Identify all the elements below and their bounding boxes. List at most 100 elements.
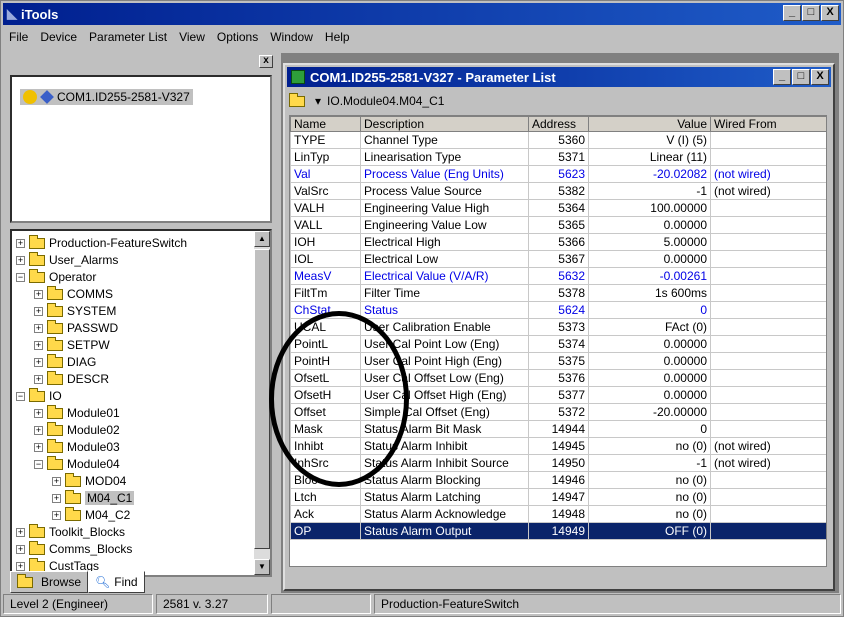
tree-item[interactable]: + Module01 <box>34 404 120 422</box>
expand-icon[interactable]: + <box>52 476 61 486</box>
expand-icon[interactable]: + <box>16 527 25 537</box>
tree-item[interactable]: + Module03 <box>34 438 120 456</box>
expand-icon[interactable]: + <box>52 510 61 520</box>
tab-find[interactable]: 🔍︎ Find <box>88 571 145 593</box>
tree-item[interactable]: + M04_C1 <box>52 489 135 507</box>
expand-icon[interactable]: + <box>52 493 61 503</box>
collapse-icon[interactable]: − <box>34 459 43 469</box>
cell-value[interactable]: 0.00000 <box>588 369 711 387</box>
cell-value[interactable]: 100.00000 <box>588 199 711 217</box>
scroll-down-button[interactable]: ▼ <box>254 559 270 575</box>
menu-help[interactable]: Help <box>319 30 356 44</box>
cell-value[interactable]: 1s 600ms <box>588 284 711 302</box>
expand-icon[interactable]: + <box>34 357 43 367</box>
tree-item[interactable]: + PASSWD <box>34 319 118 337</box>
expand-icon[interactable]: + <box>16 544 25 554</box>
col-wired-from[interactable]: Wired From <box>710 116 826 132</box>
cell-value[interactable]: -1 <box>588 454 711 472</box>
table-row[interactable]: PointH User Cal Point High (Eng) 5375 0.000… <box>290 352 826 370</box>
expand-icon[interactable]: + <box>16 561 25 571</box>
table-row[interactable]: IOL Electrical Low 5367 0.00000 <box>290 250 826 268</box>
menu-view[interactable]: View <box>173 30 211 44</box>
table-row[interactable]: Bloc Status Alarm Blocking 14946 no (0) <box>290 471 826 489</box>
cell-value[interactable]: no (0) <box>588 488 711 506</box>
table-row[interactable]: Val Process Value (Eng Units) 5623 -20.0208… <box>290 165 826 183</box>
expand-icon[interactable]: + <box>16 238 25 248</box>
close-button[interactable]: X <box>821 5 839 21</box>
table-row[interactable]: VALH Engineering Value High 5364 100.00000 <box>290 199 826 217</box>
table-row[interactable]: Offset Simple Cal Offset (Eng) 5372 -20.000… <box>290 403 826 421</box>
cell-value[interactable]: -1 <box>588 182 711 200</box>
tree-item[interactable]: − IO <box>16 387 62 405</box>
table-row[interactable]: OP Status Alarm Output 14949 OFF (0) <box>290 522 826 540</box>
cell-value[interactable]: Linear (11) <box>588 148 711 166</box>
tree-item[interactable]: + Production-FeatureSwitch <box>16 234 187 252</box>
expand-icon[interactable]: + <box>34 323 43 333</box>
device-item[interactable]: COM1.ID255-2581-V327 <box>20 89 193 105</box>
table-row[interactable]: OfsetH User Cal Offset High (Eng) 5377 0.00… <box>290 386 826 404</box>
cell-value[interactable]: no (0) <box>588 437 711 455</box>
expand-icon[interactable]: + <box>34 374 43 384</box>
table-row[interactable]: MeasV Electrical Value (V/A/R) 5632 -0.0026… <box>290 267 826 285</box>
table-row[interactable]: LinTyp Linearisation Type 5371 Linear (11) <box>290 148 826 166</box>
expand-icon[interactable]: + <box>34 408 43 418</box>
table-row[interactable]: OfsetL User Cal Offset Low (Eng) 5376 0.000… <box>290 369 826 387</box>
param-minimize-button[interactable]: _ <box>773 69 791 85</box>
tree-item[interactable]: + SETPW <box>34 336 110 354</box>
expand-icon[interactable]: + <box>34 306 43 316</box>
cell-value[interactable]: 0.00000 <box>588 352 711 370</box>
tree-item[interactable]: + COMMS <box>34 285 113 303</box>
cell-value[interactable]: -20.00000 <box>588 403 711 421</box>
tree-item[interactable]: + Toolkit_Blocks <box>16 523 125 541</box>
cell-value[interactable]: FAct (0) <box>588 318 711 336</box>
table-row[interactable]: Inhibt Status Alarm Inhibit 14945 no (0) (no… <box>290 437 826 455</box>
collapse-icon[interactable]: − <box>16 391 25 401</box>
cell-value[interactable]: 0 <box>588 420 711 438</box>
tree-item[interactable]: − Module04 <box>34 455 120 473</box>
param-maximize-button[interactable]: □ <box>792 69 810 85</box>
cell-value[interactable]: -20.02082 <box>588 165 711 183</box>
expand-icon[interactable]: + <box>34 425 43 435</box>
menu-window[interactable]: Window <box>264 30 319 44</box>
cell-value[interactable]: OFF (0) <box>588 522 711 540</box>
expand-icon[interactable]: + <box>34 442 43 452</box>
tree-scrollbar[interactable]: ▲ ▼ <box>254 231 270 575</box>
scroll-thumb[interactable] <box>254 249 270 549</box>
menu-options[interactable]: Options <box>211 30 264 44</box>
tree-item[interactable]: + Comms_Blocks <box>16 540 132 558</box>
tree-item[interactable]: + SYSTEM <box>34 302 116 320</box>
table-row[interactable]: InhSrc Status Alarm Inhibit Source 14950 -1… <box>290 454 826 472</box>
cell-value[interactable]: 0.00000 <box>588 250 711 268</box>
tab-browse[interactable]: Browse <box>10 571 89 593</box>
collapse-icon[interactable]: − <box>16 272 25 282</box>
table-row[interactable]: Mask Status Alarm Bit Mask 14944 0 <box>290 420 826 438</box>
cell-value[interactable]: 0.00000 <box>588 335 711 353</box>
table-row[interactable]: UCAL User Calibration Enable 5373 FAct (0) <box>290 318 826 336</box>
cell-value[interactable]: no (0) <box>588 471 711 489</box>
cell-value[interactable]: V (I) (5) <box>588 131 711 149</box>
menu-parameter-list[interactable]: Parameter List <box>83 30 173 44</box>
tree-item[interactable]: + M04_C2 <box>52 506 130 524</box>
scroll-up-button[interactable]: ▲ <box>254 231 270 247</box>
cell-value[interactable]: no (0) <box>588 505 711 523</box>
cell-value[interactable]: -0.00261 <box>588 267 711 285</box>
param-close-button[interactable]: X <box>811 69 829 85</box>
maximize-button[interactable]: □ <box>802 5 820 21</box>
cell-value[interactable]: 0.00000 <box>588 386 711 404</box>
expand-icon[interactable]: + <box>34 289 43 299</box>
path-dropdown-icon[interactable]: ▾ <box>315 94 321 108</box>
table-row[interactable]: Ack Status Alarm Acknowledge 14948 no (0) <box>290 505 826 523</box>
cell-value[interactable]: 0.00000 <box>588 216 711 234</box>
col-address[interactable]: Address <box>528 116 589 132</box>
table-row[interactable]: ValSrc Process Value Source 5382 -1 (not wir… <box>290 182 826 200</box>
table-row[interactable]: Ltch Status Alarm Latching 14947 no (0) <box>290 488 826 506</box>
menu-file[interactable]: File <box>3 30 34 44</box>
tree-item[interactable]: + DIAG <box>34 353 96 371</box>
cell-value[interactable]: 5.00000 <box>588 233 711 251</box>
tree-item[interactable]: + DESCR <box>34 370 109 388</box>
table-row[interactable]: IOH Electrical High 5366 5.00000 <box>290 233 826 251</box>
table-row[interactable]: VALL Engineering Value Low 5365 0.00000 <box>290 216 826 234</box>
expand-icon[interactable]: + <box>16 255 25 265</box>
col-value[interactable]: Value <box>588 116 711 132</box>
table-row[interactable]: TYPE Channel Type 5360 V (I) (5) <box>290 131 826 149</box>
